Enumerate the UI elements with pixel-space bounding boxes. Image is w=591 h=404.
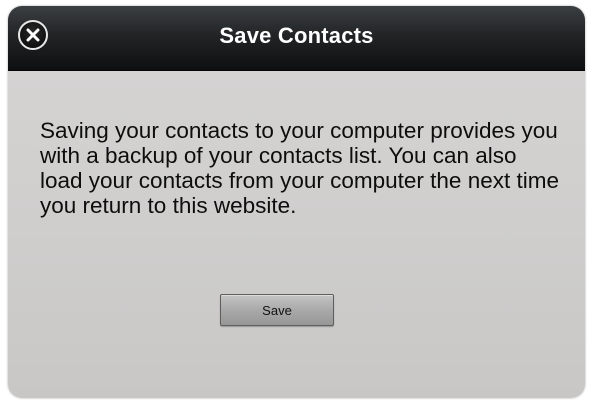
close-button[interactable]: [18, 20, 48, 50]
dialog-message: Saving your contacts to your computer pr…: [40, 118, 559, 218]
save-contacts-dialog: Save Contacts Saving your contacts to yo…: [8, 6, 585, 398]
dialog-title: Save Contacts: [219, 23, 374, 48]
save-button[interactable]: Save: [220, 294, 334, 326]
close-icon: [26, 28, 40, 42]
dialog-titlebar: Save Contacts: [8, 6, 585, 71]
